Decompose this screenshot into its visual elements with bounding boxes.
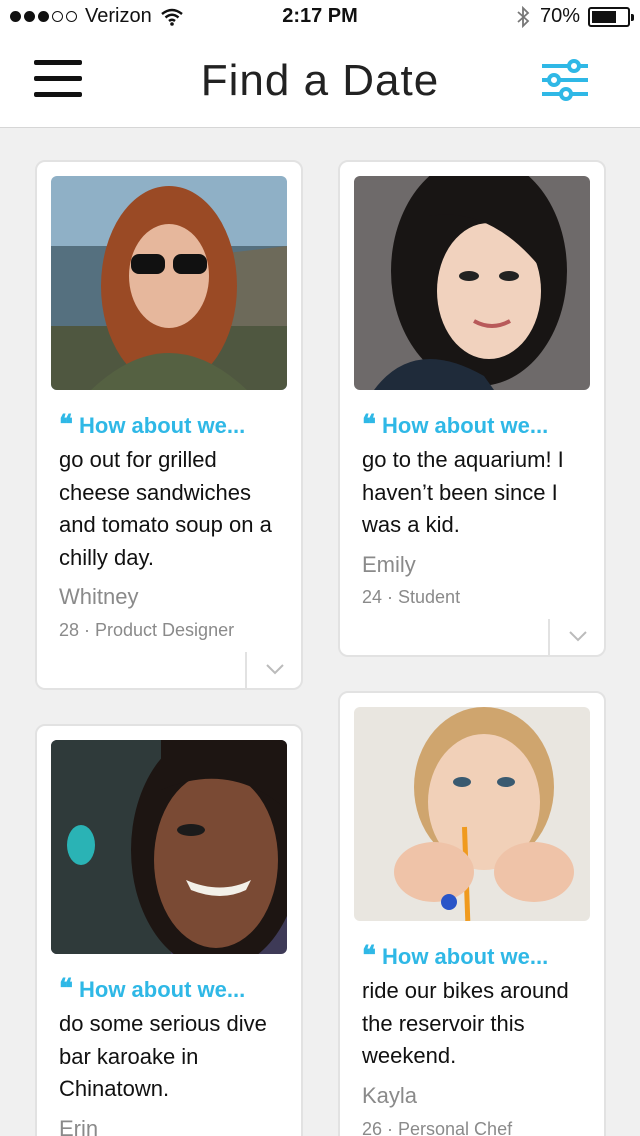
- profile-name: Erin: [59, 1116, 99, 1136]
- date-card[interactable]: ❝ How about we... ride our bikes around t…: [338, 691, 606, 1136]
- filter-sliders-icon[interactable]: [540, 58, 590, 107]
- date-idea-text: go to the aquarium! I haven’t been since…: [362, 447, 564, 537]
- profile-meta: 28 · Product Designer: [59, 620, 235, 640]
- prompt-heading: ❝ How about we...: [59, 974, 245, 1004]
- prompt-text: How about we...: [79, 413, 246, 438]
- prompt-text: How about we...: [382, 944, 549, 969]
- profile-photo[interactable]: [354, 707, 590, 921]
- battery-percent: 70%: [539, 5, 580, 27]
- date-idea-text: do some serious dive bar karoake in Chin…: [59, 1011, 267, 1101]
- navigation-bar: Find a Date: [0, 34, 640, 128]
- profile-photo[interactable]: [51, 176, 287, 390]
- profile-name: Emily: [362, 552, 416, 577]
- profile-meta: 24 · Student: [362, 587, 461, 607]
- expand-chevron-down-icon[interactable]: [245, 652, 301, 688]
- date-card[interactable]: ❝ How about we... go to the aquarium! I h…: [338, 160, 606, 657]
- expand-chevron-down-icon[interactable]: [548, 619, 604, 655]
- date-idea-text: ride our bikes around the reservoir this…: [362, 978, 569, 1068]
- profile-photo[interactable]: [354, 176, 590, 390]
- status-right: 70%: [516, 5, 634, 28]
- profile-name: Whitney: [59, 584, 139, 609]
- bluetooth-icon: [517, 5, 530, 28]
- quote-icon: ❝: [362, 410, 376, 440]
- date-card[interactable]: ❝ How about we... go out for grilled chee…: [35, 160, 303, 690]
- quote-icon: ❝: [362, 941, 376, 971]
- quote-icon: ❝: [59, 410, 73, 440]
- prompt-text: How about we...: [79, 977, 246, 1002]
- prompt-heading: ❝ How about we...: [362, 410, 548, 440]
- battery-icon: [588, 6, 634, 27]
- date-idea-text: go out for grilled cheese sandwiches and…: [59, 447, 272, 570]
- profile-meta: 26 · Personal Chef: [362, 1119, 513, 1136]
- profile-name: Kayla: [362, 1083, 418, 1108]
- date-card[interactable]: ❝ How about we... do some serious dive ba…: [35, 724, 303, 1136]
- prompt-heading: ❝ How about we...: [362, 941, 548, 971]
- status-bar: Verizon 2:17 PM 70%: [0, 0, 640, 34]
- prompt-heading: ❝ How about we...: [59, 410, 245, 440]
- profile-photo[interactable]: [51, 740, 287, 954]
- quote-icon: ❝: [59, 974, 73, 1004]
- prompt-text: How about we...: [382, 413, 549, 438]
